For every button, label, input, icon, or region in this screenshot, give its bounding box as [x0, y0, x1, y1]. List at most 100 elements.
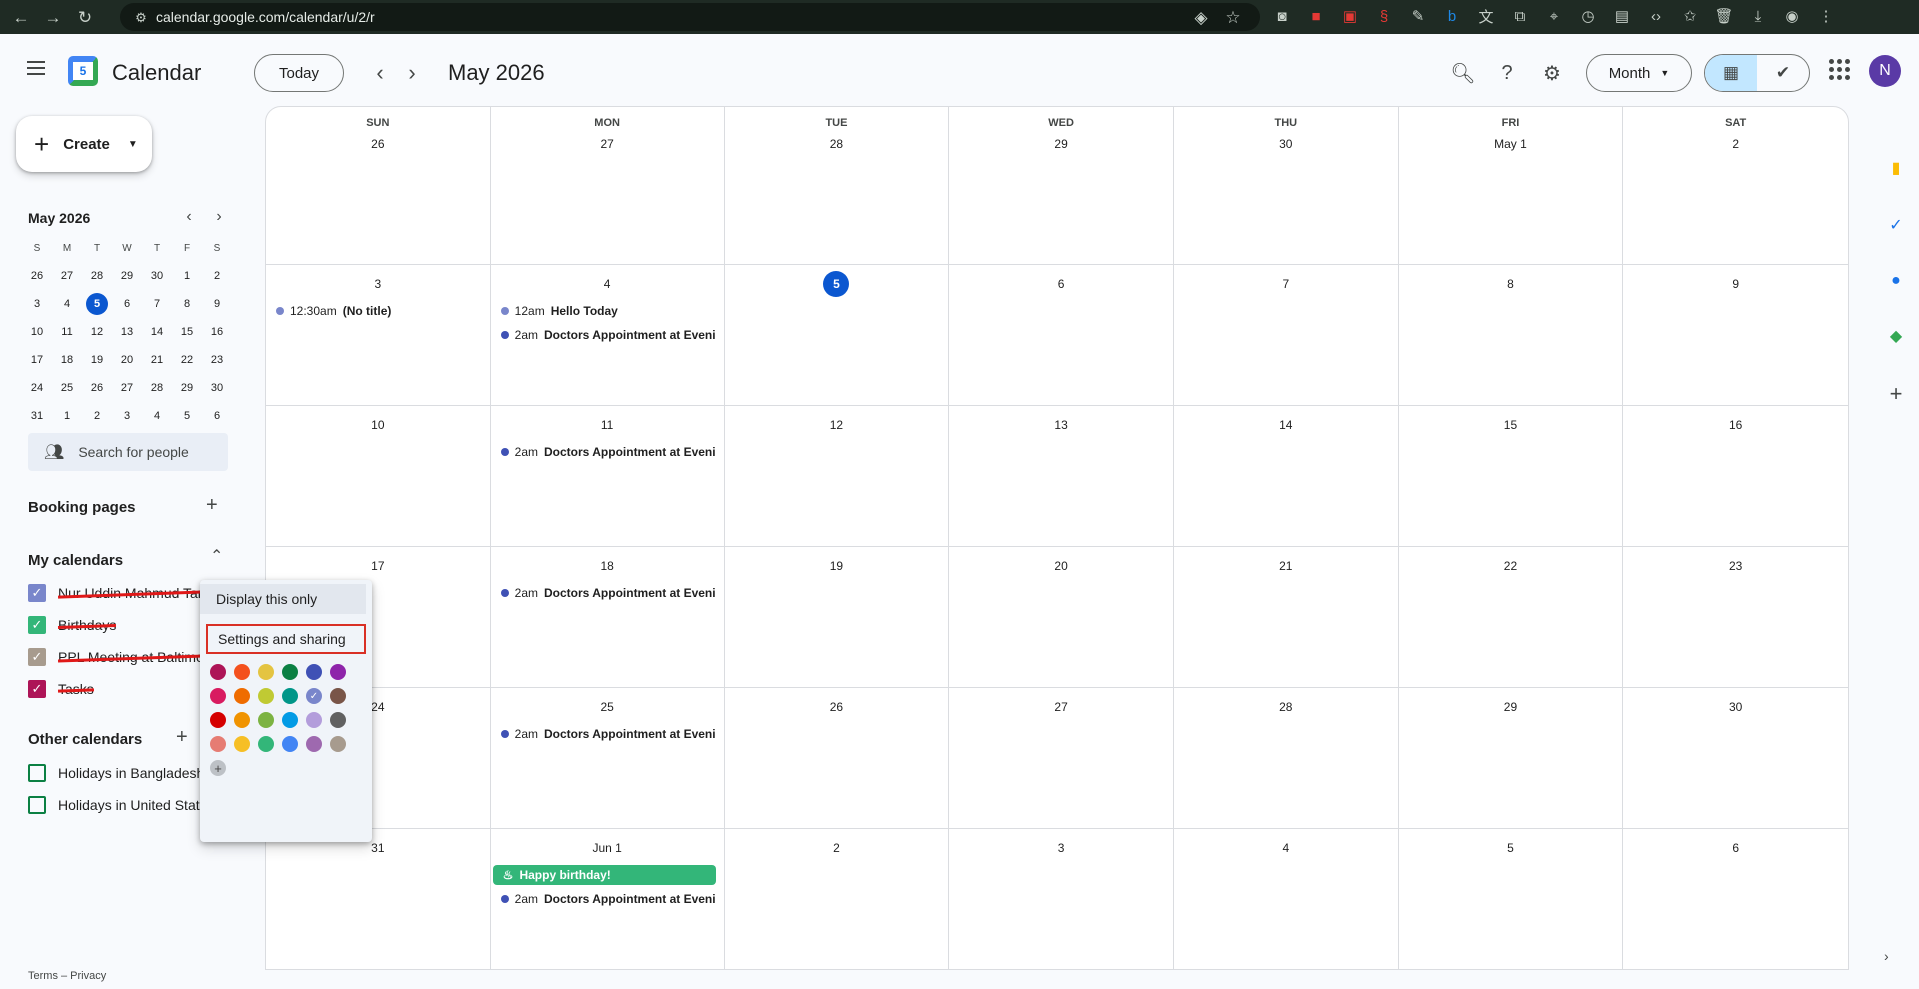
display-this-only-item[interactable]: Display this only — [200, 584, 366, 614]
day-cell[interactable]: 23 — [1623, 547, 1848, 688]
day-cell[interactable]: 20 — [949, 547, 1174, 688]
view-selector[interactable]: Month ▼ — [1586, 54, 1692, 92]
mini-day[interactable]: 8 — [172, 290, 202, 318]
day-number[interactable]: 30 — [1174, 131, 1398, 157]
more-menu-icon[interactable]: ⋮ — [1814, 4, 1838, 28]
next-period-button[interactable]: › — [397, 58, 427, 88]
day-number[interactable]: 2 — [1623, 131, 1848, 157]
today-button[interactable]: Today — [254, 54, 344, 92]
color-swatch[interactable] — [258, 688, 274, 704]
settings-and-sharing-item[interactable]: Settings and sharing — [206, 624, 366, 654]
mini-day[interactable]: 28 — [142, 374, 172, 402]
day-cell[interactable]: 29 — [1398, 688, 1624, 829]
color-swatch[interactable] — [282, 712, 298, 728]
terms-privacy-footer[interactable]: Terms – Privacy — [28, 970, 106, 982]
mini-day[interactable]: 25 — [52, 374, 82, 402]
mini-day[interactable]: 4 — [142, 402, 172, 430]
calendar-event[interactable]: 2am Doctors Appointment at Eveni — [500, 583, 716, 603]
day-number[interactable]: 29 — [949, 131, 1173, 157]
day-number[interactable]: 20 — [949, 553, 1173, 579]
color-swatch[interactable] — [234, 664, 250, 680]
day-cell[interactable]: 31 — [266, 829, 491, 969]
account-avatar[interactable]: N — [1869, 55, 1901, 87]
day-cell[interactable]: 19 — [724, 547, 950, 688]
color-swatch[interactable] — [330, 664, 346, 680]
day-number[interactable]: 22 — [1399, 553, 1623, 579]
maps-icon[interactable]: ◆ — [1884, 324, 1908, 348]
forward-icon[interactable]: → — [40, 4, 66, 30]
color-swatch[interactable] — [282, 688, 298, 704]
day-cell[interactable]: 27 — [949, 688, 1174, 829]
checkbox[interactable] — [28, 764, 46, 782]
day-cell[interactable]: 6 — [1623, 829, 1848, 969]
day-cell[interactable]: 5 — [1399, 829, 1624, 969]
mini-day[interactable]: 14 — [142, 318, 172, 346]
mini-day[interactable]: 20 — [112, 346, 142, 374]
color-swatch[interactable] — [258, 712, 274, 728]
day-cell[interactable]: 3 — [949, 829, 1174, 969]
color-swatch[interactable] — [330, 688, 346, 704]
day-number[interactable]: 9 — [1623, 271, 1848, 297]
my-calendar-item[interactable]: ✓ Tasks — [28, 680, 94, 698]
mini-day[interactable]: 12 — [82, 318, 112, 346]
favorites-icon[interactable]: ✩ — [1678, 4, 1702, 28]
mini-day[interactable]: 19 — [82, 346, 112, 374]
collapse-chevron-icon[interactable]: ⌃ — [210, 546, 223, 566]
color-swatch[interactable] — [306, 664, 322, 680]
day-cell[interactable]: 11 2am Doctors Appointment at Eveni — [490, 406, 725, 547]
color-swatch[interactable]: ✓ — [306, 688, 322, 704]
day-number[interactable]: 19 — [725, 553, 949, 579]
keep-icon[interactable]: ▮ — [1884, 156, 1908, 180]
mini-day[interactable]: 23 — [202, 346, 232, 374]
calendar-logo[interactable]: 5 — [68, 56, 98, 86]
birthday-event[interactable]: ♨ Happy birthday! — [492, 865, 716, 885]
day-number[interactable]: 8 — [1399, 271, 1623, 297]
calendar-event[interactable]: 2am Doctors Appointment at Eveni — [500, 889, 716, 909]
tasks-icon[interactable]: ✓ — [1884, 213, 1908, 237]
history-icon[interactable]: ◷ — [1576, 4, 1600, 28]
day-cell[interactable]: 10 — [266, 406, 491, 547]
day-number[interactable]: 26 — [725, 694, 949, 720]
day-number[interactable]: 15 — [1399, 412, 1623, 438]
day-cell[interactable]: SAT 2 — [1623, 107, 1848, 265]
mini-day[interactable]: 29 — [172, 374, 202, 402]
day-number[interactable]: May 1 — [1399, 131, 1623, 157]
day-cell[interactable]: Jun 1 ♨ Happy birthday! 2am Doctors Appointm… — [491, 829, 725, 969]
mini-day[interactable]: 13 — [112, 318, 142, 346]
color-swatch[interactable] — [330, 736, 346, 752]
google-apps-icon[interactable] — [1824, 54, 1854, 84]
color-swatch[interactable] — [234, 712, 250, 728]
day-cell[interactable]: MON 27 — [490, 107, 725, 265]
day-cell[interactable]: 14 — [1173, 406, 1399, 547]
my-calendars-title[interactable]: My calendars — [28, 552, 123, 569]
checkbox[interactable]: ✓ — [28, 616, 46, 634]
mini-day[interactable]: 31 — [22, 402, 52, 430]
day-number[interactable]: 2 — [725, 835, 949, 861]
day-number[interactable]: 17 — [266, 553, 490, 579]
day-number[interactable]: 4 — [491, 271, 724, 297]
day-cell[interactable]: SUN 26 — [266, 107, 491, 265]
day-number[interactable]: 6 — [949, 271, 1173, 297]
day-number[interactable]: 5 — [1399, 835, 1623, 861]
main-menu-button[interactable] — [20, 52, 52, 84]
b-extension-icon[interactable]: b — [1440, 4, 1464, 28]
lens-icon[interactable]: ◈ — [1188, 4, 1214, 30]
day-number[interactable]: 6 — [1623, 835, 1848, 861]
day-cell[interactable]: 18 2am Doctors Appointment at Eveni — [490, 547, 725, 688]
mini-day[interactable]: 10 — [22, 318, 52, 346]
day-number[interactable]: 7 — [1174, 271, 1398, 297]
calendar-event[interactable]: 2am Doctors Appointment at Eveni — [500, 724, 716, 744]
color-swatch[interactable] — [282, 664, 298, 680]
mini-day[interactable]: 16 — [202, 318, 232, 346]
mini-day[interactable]: 2 — [202, 262, 232, 290]
back-icon[interactable]: ← — [8, 4, 34, 30]
color-swatch[interactable] — [234, 736, 250, 752]
search-icon[interactable]: 🔍︎ — [1448, 58, 1478, 88]
day-cell[interactable]: TUE 28 — [724, 107, 950, 265]
contacts-icon[interactable]: ● — [1884, 269, 1908, 293]
mini-day[interactable]: 11 — [52, 318, 82, 346]
day-number[interactable]: 27 — [491, 131, 724, 157]
day-number[interactable]: 18 — [491, 553, 724, 579]
day-number[interactable]: 11 — [491, 412, 724, 438]
checkbox[interactable]: ✓ — [28, 648, 46, 666]
